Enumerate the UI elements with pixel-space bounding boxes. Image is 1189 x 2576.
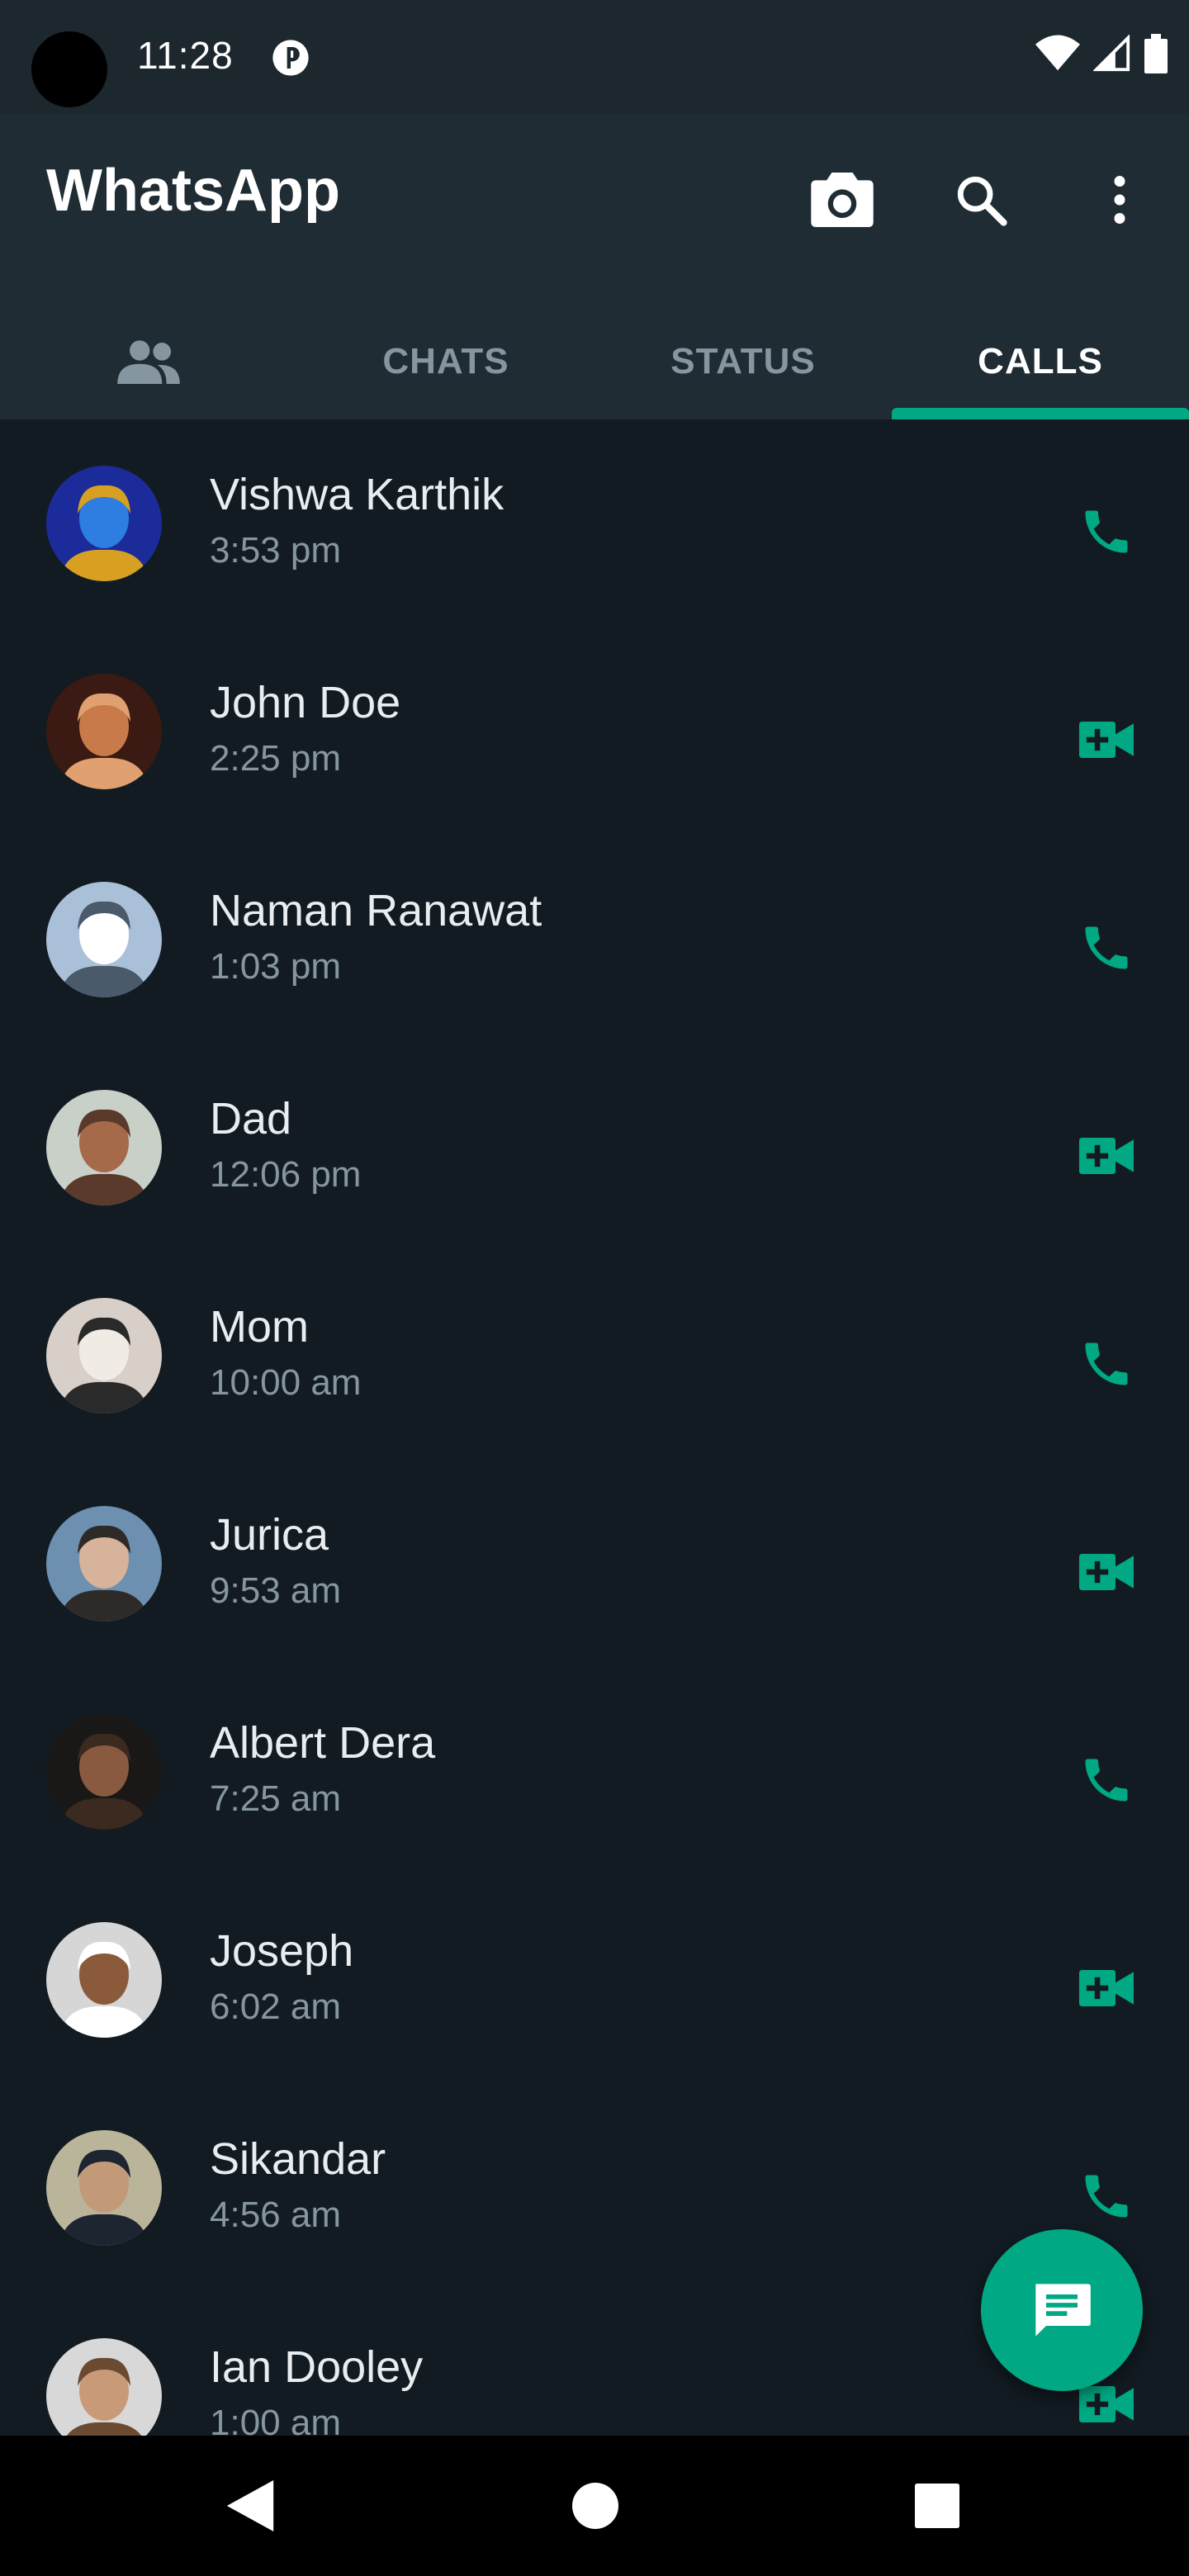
voice-call-button[interactable] <box>1065 2155 1148 2237</box>
contact-avatar[interactable] <box>46 2130 162 2246</box>
battery-icon <box>1144 34 1168 73</box>
back-button[interactable] <box>213 2469 287 2543</box>
home-button[interactable] <box>558 2469 632 2543</box>
tab-indicator <box>892 408 1189 419</box>
contact-avatar[interactable] <box>46 1714 162 1830</box>
call-time: 12:06 pm <box>210 1154 362 1195</box>
call-time: 9:53 am <box>210 1570 341 1611</box>
call-time: 1:00 am <box>210 2403 341 2436</box>
call-time: 10:00 am <box>210 1362 362 1403</box>
call-row[interactable]: Mom 10:00 am <box>0 1252 1189 1460</box>
status-time: 11:28 <box>137 34 234 77</box>
contact-name: Mom <box>210 1302 309 1352</box>
call-time: 4:56 am <box>210 2195 341 2235</box>
phone-icon <box>1085 2175 1128 2218</box>
voice-call-button[interactable] <box>1065 1323 1148 1405</box>
navigation-bar <box>0 2436 1189 2576</box>
video-call-button[interactable] <box>1065 698 1148 781</box>
phone-icon <box>1085 1342 1128 1385</box>
new-call-fab[interactable] <box>981 2229 1143 2391</box>
message-icon <box>1035 2284 1091 2337</box>
contact-avatar[interactable] <box>46 1298 162 1413</box>
phone-icon <box>1085 1759 1128 1802</box>
contact-avatar[interactable] <box>46 1506 162 1622</box>
contact-name: Ian Dooley <box>210 2342 424 2392</box>
tab-community[interactable] <box>0 304 297 419</box>
video-call-button[interactable] <box>1065 1947 1148 2029</box>
camera-cutout <box>31 31 107 107</box>
screen: 11:28 WhatsApp CHATS STATUS CALLS Vishwa… <box>0 0 1189 2576</box>
call-row[interactable]: Joseph 6:02 am <box>0 1876 1189 2084</box>
status-bar: 11:28 <box>0 0 1189 114</box>
contact-avatar[interactable] <box>46 674 162 789</box>
contact-name: John Doe <box>210 678 401 727</box>
signal-icon <box>1093 35 1130 72</box>
contact-avatar[interactable] <box>46 1090 162 1205</box>
call-row[interactable]: Naman Ranawat 1:03 pm <box>0 836 1189 1044</box>
call-time: 7:25 am <box>210 1778 341 1819</box>
contact-name: Naman Ranawat <box>210 886 542 935</box>
back-icon <box>226 2480 274 2531</box>
contact-name: Jurica <box>210 1510 329 1560</box>
call-row[interactable]: Jurica 9:53 am <box>0 1460 1189 1668</box>
data-saver-icon <box>272 40 309 76</box>
contact-avatar[interactable] <box>46 466 162 581</box>
search-icon <box>957 176 1007 226</box>
call-time: 3:53 pm <box>210 530 341 571</box>
tab-chats[interactable]: CHATS <box>297 304 594 419</box>
call-row[interactable]: Vishwa Karthik 3:53 pm <box>0 419 1189 627</box>
contact-name: Dad <box>210 1094 292 1144</box>
contact-name: Sikandar <box>210 2134 386 2184</box>
camera-button[interactable] <box>801 159 883 241</box>
call-row[interactable]: Albert Dera 7:25 am <box>0 1668 1189 1876</box>
app-title: WhatsApp <box>46 158 340 224</box>
contact-avatar[interactable] <box>46 882 162 997</box>
camera-icon <box>811 173 874 227</box>
call-row[interactable]: Dad 12:06 pm <box>0 1044 1189 1252</box>
tab-bar: CHATS STATUS CALLS <box>0 304 1189 419</box>
status-icons <box>1035 33 1168 74</box>
phone-icon <box>1085 510 1128 553</box>
video-call-icon <box>1079 1554 1134 1590</box>
video-call-icon <box>1079 2386 1134 2422</box>
voice-call-button[interactable] <box>1065 490 1148 573</box>
home-icon <box>572 2483 618 2529</box>
app-bar: WhatsApp CHATS STATUS CALLS <box>0 114 1189 419</box>
more-options-button[interactable] <box>1078 159 1161 241</box>
wifi-icon <box>1035 35 1080 71</box>
voice-call-button[interactable] <box>1065 907 1148 989</box>
recents-button[interactable] <box>900 2469 974 2543</box>
voice-call-button[interactable] <box>1065 1739 1148 1821</box>
video-call-icon <box>1079 1138 1134 1174</box>
search-button[interactable] <box>940 159 1022 241</box>
contact-name: Albert Dera <box>210 1718 436 1768</box>
video-call-button[interactable] <box>1065 1531 1148 1613</box>
call-time: 6:02 am <box>210 1986 341 2027</box>
call-list: Vishwa Karthik 3:53 pm John Doe 2:25 pm Nama… <box>0 419 1189 2436</box>
phone-icon <box>1085 926 1128 969</box>
call-time: 2:25 pm <box>210 738 341 779</box>
contact-avatar[interactable] <box>46 2338 162 2436</box>
video-call-button[interactable] <box>1065 1115 1148 1197</box>
more-vert-icon <box>1114 176 1125 224</box>
video-call-icon <box>1079 722 1134 758</box>
tab-status[interactable]: STATUS <box>594 304 892 419</box>
call-time: 1:03 pm <box>210 946 341 987</box>
contact-name: Joseph <box>210 1926 354 1976</box>
recents-icon <box>915 2484 959 2528</box>
tab-calls[interactable]: CALLS <box>892 304 1189 419</box>
call-row[interactable]: John Doe 2:25 pm <box>0 627 1189 836</box>
contact-name: Vishwa Karthik <box>210 470 504 519</box>
contact-avatar[interactable] <box>46 1922 162 2038</box>
community-icon <box>117 340 180 384</box>
video-call-icon <box>1079 1970 1134 2006</box>
